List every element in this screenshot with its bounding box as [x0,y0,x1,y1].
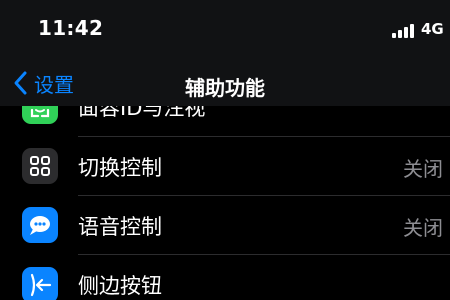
list-item-label: 侧边按钮 [78,274,162,298]
side-button-icon [22,267,58,300]
status-bar: 11:42 4G [0,0,450,62]
settings-list: 面容ID与注视 切换控制 关闭 语音控制 关闭 侧边按钮 [0,106,450,300]
list-item-value: 关闭 [403,157,443,181]
list-item-switch-control[interactable]: 切换控制 关闭 [0,137,450,195]
navigation-bar: 设置 辅助功能 [0,62,450,106]
page-title: 辅助功能 [185,76,265,100]
list-item-side-button[interactable]: 侧边按钮 [0,255,450,300]
voice-control-icon [22,207,58,243]
status-time: 11:42 [38,16,104,40]
face-id-icon [22,106,58,124]
list-item-value: 关闭 [403,216,443,240]
list-item-label: 语音控制 [78,215,162,239]
switch-control-icon [22,148,58,184]
list-item-label: 面容ID与注视 [78,106,206,120]
list-item-face-id[interactable]: 面容ID与注视 [0,106,450,134]
signal-strength-icon [392,24,418,38]
list-item-voice-control[interactable]: 语音控制 关闭 [0,196,450,254]
list-item-label: 切换控制 [78,156,162,180]
network-type: 4G [421,20,444,38]
